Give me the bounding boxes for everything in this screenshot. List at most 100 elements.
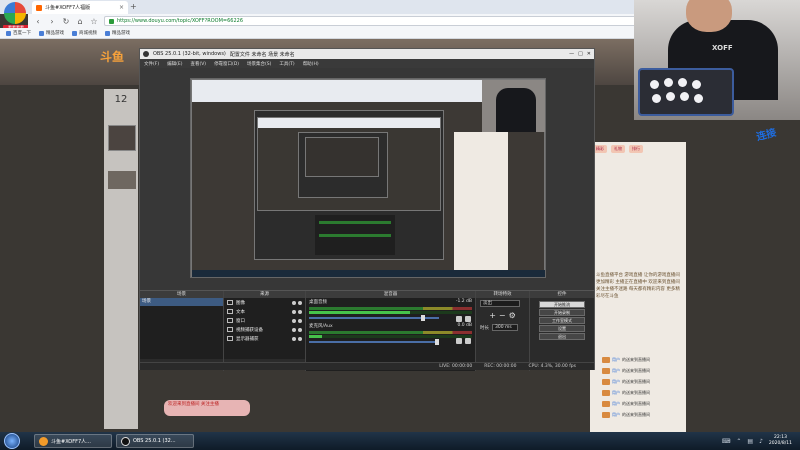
volume-slider[interactable] [309, 339, 439, 345]
bookmarks-bar: 百度一下 精品游戏 商城视频 精品游戏 [0, 28, 636, 39]
lock-icon[interactable] [298, 327, 302, 332]
obs-menu-bar: 文件(F) 编辑(E) 查看(V) 停靠窗口(D) 场景集合(S) 工具(T) … [140, 59, 594, 68]
left-thumbnail[interactable] [108, 125, 136, 151]
mixer-dock-header: 混音器 [306, 291, 475, 298]
transition-type-select[interactable]: 淡出 [480, 300, 520, 307]
nested-preview [305, 137, 379, 177]
source-item[interactable]: 视频捕获设备 [224, 325, 305, 334]
close-icon[interactable]: ✕ [587, 51, 591, 57]
source-item[interactable]: 显示器捕获 [224, 334, 305, 343]
douyu-logo[interactable]: 斗鱼 [100, 48, 124, 65]
forward-icon[interactable]: › [48, 17, 56, 26]
obs-preview-area[interactable] [140, 68, 594, 290]
lock-icon[interactable] [298, 336, 302, 341]
nested-webcam [482, 80, 545, 132]
network-icon[interactable]: ▤ [747, 438, 753, 445]
minimize-icon[interactable]: — [569, 51, 574, 57]
visibility-controls[interactable] [292, 336, 305, 341]
volume-level [309, 311, 472, 314]
promo-banner[interactable]: 欢迎来到直播间 关注主播 [164, 400, 250, 416]
left-thumbnail[interactable] [108, 171, 136, 189]
source-item[interactable]: 图像 [224, 298, 305, 307]
start-streaming-button[interactable]: 开始推流 [539, 301, 585, 308]
back-icon[interactable]: ‹ [34, 17, 42, 26]
visibility-controls[interactable] [292, 327, 305, 332]
badge-icon [602, 378, 610, 385]
scene-item[interactable]: 场景 [140, 298, 223, 306]
taskbar-item-obs[interactable]: OBS 25.0.1 (32... [116, 434, 194, 448]
system-clock[interactable]: 22:13 2020/8/11 [769, 435, 792, 447]
lock-icon[interactable] [298, 318, 302, 323]
mixer-channel: 桌面音频 -1.2 dB [306, 298, 475, 322]
menu-docks[interactable]: 停靠窗口(D) [214, 61, 239, 67]
secure-lock-icon [109, 18, 114, 24]
eye-icon[interactable] [292, 300, 296, 305]
source-item[interactable]: 窗口 [224, 316, 305, 325]
volume-slider[interactable] [309, 315, 439, 321]
bookmark-item[interactable]: 商城视频 [72, 30, 97, 36]
bookmark-item[interactable]: 精品游戏 [39, 30, 64, 36]
transitions-dock: 转场特效 淡出 + − ⚙ 时长 300 ms [476, 291, 530, 371]
mixer-channel-name: 桌面音频 [309, 300, 327, 305]
menu-help[interactable]: 帮助(H) [303, 61, 319, 67]
slider-knob[interactable] [435, 339, 439, 345]
menu-file[interactable]: 文件(F) [144, 61, 159, 67]
new-tab-icon[interactable]: + [130, 2, 137, 11]
lock-icon[interactable] [298, 300, 302, 305]
arcade-button-icon [692, 80, 701, 89]
gear-icon[interactable] [465, 338, 471, 344]
volume-icon[interactable]: ♪ [759, 438, 763, 445]
home-icon[interactable]: ⌂ [76, 17, 84, 26]
chevron-up-icon[interactable]: ⌃ [736, 438, 741, 445]
eye-icon[interactable] [292, 327, 296, 332]
add-transition-icon[interactable]: + [489, 311, 496, 320]
bookmark-icon [6, 30, 11, 36]
eye-icon[interactable] [292, 309, 296, 314]
browser-logo-icon[interactable] [4, 2, 26, 24]
close-tab-icon[interactable]: × [119, 4, 124, 11]
nested-mixer [315, 215, 395, 255]
gear-icon[interactable]: ⚙ [509, 311, 516, 320]
visibility-controls[interactable] [292, 300, 305, 305]
address-bar[interactable]: https://www.douyu.com/topic/XOFF?ROOM=66… [104, 16, 664, 26]
taskbar-item-browser[interactable]: 斗鱼#XOFF7人... [34, 434, 112, 448]
menu-scene-collection[interactable]: 场景集合(S) [247, 61, 271, 67]
menu-tools[interactable]: 工具(T) [279, 61, 294, 67]
obs-preview-canvas[interactable] [190, 78, 546, 278]
visibility-controls[interactable] [292, 309, 305, 314]
speaker-icon[interactable] [456, 338, 462, 344]
exit-button[interactable]: 退出 [539, 333, 585, 340]
reload-icon[interactable]: ↻ [62, 17, 70, 26]
remove-transition-icon[interactable]: − [499, 311, 506, 320]
bookmark-item[interactable]: 精品游戏 [105, 30, 130, 36]
studio-mode-button[interactable]: 工作室模式 [539, 317, 585, 324]
mixer-dock: 混音器 桌面音频 -1.2 dB 麦克风/Aux 0.0 dB [306, 291, 476, 371]
nested-taskbar [192, 270, 545, 277]
keyboard-icon[interactable]: ⌨ [722, 438, 731, 445]
windows-taskbar: 斗鱼#XOFF7人... OBS 25.0.1 (32... ⌨ ⌃ ▤ ♪ 2… [0, 432, 800, 450]
eye-icon[interactable] [292, 318, 296, 323]
menu-edit[interactable]: 编辑(E) [167, 61, 182, 67]
visibility-controls[interactable] [292, 318, 305, 323]
bookmark-item[interactable]: 百度一下 [6, 30, 31, 36]
slider-knob[interactable] [421, 315, 425, 321]
start-recording-button[interactable]: 开始录制 [539, 309, 585, 316]
browser-tab[interactable]: 斗鱼#XOFF7人福版 × [32, 1, 128, 14]
menu-view[interactable]: 查看(V) [190, 61, 206, 67]
mixer-channel-db: 0.0 dB [457, 323, 472, 328]
bookmark-icon [72, 30, 77, 36]
nested-preview [257, 117, 441, 211]
obs-dock-area: 场景 场景 + − ⌃ ⌄ 来源 图像 文本 窗口 视频捕获设备 显示器捕获 + [140, 290, 594, 371]
lock-icon[interactable] [298, 309, 302, 314]
source-item[interactable]: 文本 [224, 307, 305, 316]
badge-icon [602, 411, 610, 418]
duration-input[interactable]: 300 ms [492, 324, 518, 331]
sidebar-tab[interactable]: 排行 [629, 145, 643, 153]
sidebar-tab[interactable]: 精彩 [593, 145, 607, 153]
settings-button[interactable]: 设置 [539, 325, 585, 332]
star-icon[interactable]: ☆ [90, 17, 98, 26]
eye-icon[interactable] [292, 336, 296, 341]
sidebar-tab[interactable]: 礼物 [611, 145, 625, 153]
start-button[interactable] [4, 433, 20, 449]
maximize-icon[interactable]: □ [578, 51, 583, 57]
